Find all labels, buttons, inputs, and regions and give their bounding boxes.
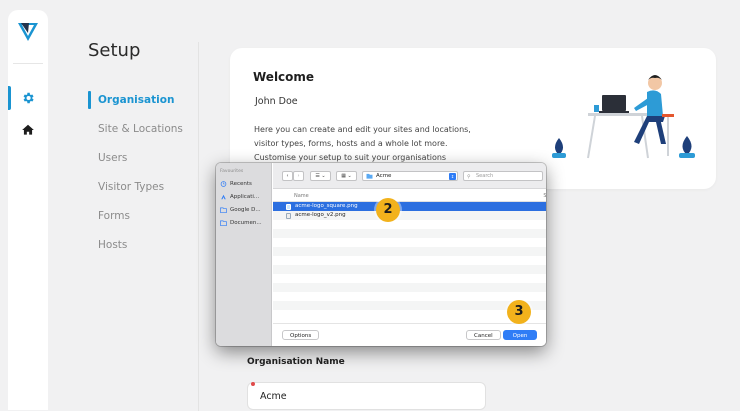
- file-name: acme-logo_v2.png: [295, 212, 346, 218]
- column-header-size[interactable]: Si: [543, 193, 546, 199]
- file-row[interactable]: acme-logo_v2.png: [273, 211, 546, 220]
- setup-nav-hosts[interactable]: Hosts: [88, 235, 198, 264]
- options-button[interactable]: Options: [282, 330, 320, 340]
- setup-nav-sites-locations[interactable]: Site & Locations: [88, 119, 198, 148]
- v-logo-icon[interactable]: [17, 21, 39, 43]
- empty-row: [273, 238, 546, 247]
- empty-row: [273, 229, 546, 238]
- grid-view-icon: ▦ ⌄: [341, 173, 352, 179]
- file-list-header: Name Si: [273, 190, 546, 202]
- empty-row: [273, 247, 546, 256]
- setup-nav-forms[interactable]: Forms: [88, 206, 198, 235]
- open-button[interactable]: Open: [503, 330, 537, 340]
- sidebar-item-label: Applicati...: [230, 194, 260, 200]
- empty-row: [273, 220, 546, 229]
- file-open-dialog: Favourites Recents Applicati... Google D…: [216, 163, 546, 346]
- sidebar-item-recents[interactable]: Recents: [220, 179, 252, 189]
- search-icon: ⚲: [467, 174, 471, 180]
- favourites-heading: Favourites: [220, 169, 244, 174]
- list-view-button[interactable]: ☰ ⌄: [310, 171, 331, 181]
- folder-icon: [220, 220, 227, 226]
- column-divider: [198, 42, 199, 411]
- up-down-chevron-icon: ↕: [449, 173, 456, 180]
- home-nav-button[interactable]: [8, 115, 48, 145]
- sidebar-item-google-drive[interactable]: Google D...: [220, 205, 261, 215]
- clock-icon: [220, 181, 227, 187]
- folder-icon: [220, 207, 227, 213]
- app-rail: [8, 10, 48, 410]
- sidebar-item-label: Google D...: [230, 207, 261, 213]
- chevron-left-icon: ‹: [286, 173, 289, 179]
- sidebar-item-applications[interactable]: Applicati...: [220, 192, 259, 202]
- welcome-title: Welcome: [253, 70, 315, 84]
- png-file-icon: [286, 204, 291, 210]
- rail-divider: [13, 63, 43, 64]
- sidebar-item-label: Recents: [230, 181, 252, 187]
- empty-row: [273, 265, 546, 274]
- dialog-toolbar: ‹ › ☰ ⌄ ▦ ⌄ Acme ↕ ⚲ Search: [273, 163, 546, 189]
- empty-row: [273, 283, 546, 292]
- dialog-sidebar: Favourites Recents Applicati... Google D…: [216, 163, 272, 346]
- file-list: Name Si acme-logo_square.png acme-logo_v…: [273, 190, 546, 320]
- setup-nav-visitor-types[interactable]: Visitor Types: [88, 177, 198, 206]
- sidebar-item-label: Documen...: [230, 220, 262, 226]
- required-indicator: [251, 382, 255, 386]
- user-name: John Doe: [255, 96, 298, 107]
- location-dropdown[interactable]: Acme ↕: [362, 171, 458, 181]
- forward-button[interactable]: ›: [293, 171, 304, 181]
- column-header-name[interactable]: Name: [294, 193, 309, 199]
- welcome-description-line: visitor types, forms, hosts and a whole …: [254, 139, 448, 148]
- empty-row: [273, 256, 546, 265]
- folder-icon: [366, 173, 373, 179]
- dialog-footer: Options Cancel Open: [273, 323, 546, 346]
- chevron-right-icon: ›: [297, 173, 300, 179]
- step-3-badge: 3: [507, 300, 531, 324]
- file-row[interactable]: acme-logo_square.png: [273, 202, 546, 211]
- sidebar-item-documents[interactable]: Documen...: [220, 218, 262, 228]
- gear-icon: [23, 92, 34, 104]
- home-icon: [22, 124, 34, 135]
- search-placeholder: Search: [476, 173, 494, 179]
- page-title: Setup: [88, 40, 141, 61]
- location-label: Acme: [376, 173, 392, 179]
- welcome-description-line: Here you can create and edit your sites …: [254, 125, 471, 134]
- back-button[interactable]: ‹: [282, 171, 293, 181]
- step-2-badge: 2: [376, 198, 400, 222]
- organisation-name-input[interactable]: Acme: [247, 382, 486, 410]
- file-name: acme-logo_square.png: [295, 203, 358, 209]
- png-file-icon: [286, 213, 291, 219]
- grid-view-button[interactable]: ▦ ⌄: [336, 171, 357, 181]
- organisation-name-value: Acme: [260, 391, 287, 402]
- search-field[interactable]: ⚲ Search: [463, 171, 543, 181]
- empty-row: [273, 292, 546, 301]
- person-at-desk-illustration: [552, 75, 695, 159]
- settings-nav-button[interactable]: [8, 83, 48, 113]
- list-view-icon: ☰ ⌄: [315, 173, 326, 179]
- setup-nav: Organisation Site & Locations Users Visi…: [88, 90, 198, 264]
- empty-row: [273, 274, 546, 283]
- empty-row: [273, 310, 546, 319]
- cancel-button[interactable]: Cancel: [466, 330, 501, 340]
- empty-row: [273, 301, 546, 310]
- applications-icon: [221, 194, 226, 200]
- setup-nav-organisation[interactable]: Organisation: [88, 90, 198, 119]
- organisation-name-label: Organisation Name: [247, 357, 345, 367]
- setup-nav-users[interactable]: Users: [88, 148, 198, 177]
